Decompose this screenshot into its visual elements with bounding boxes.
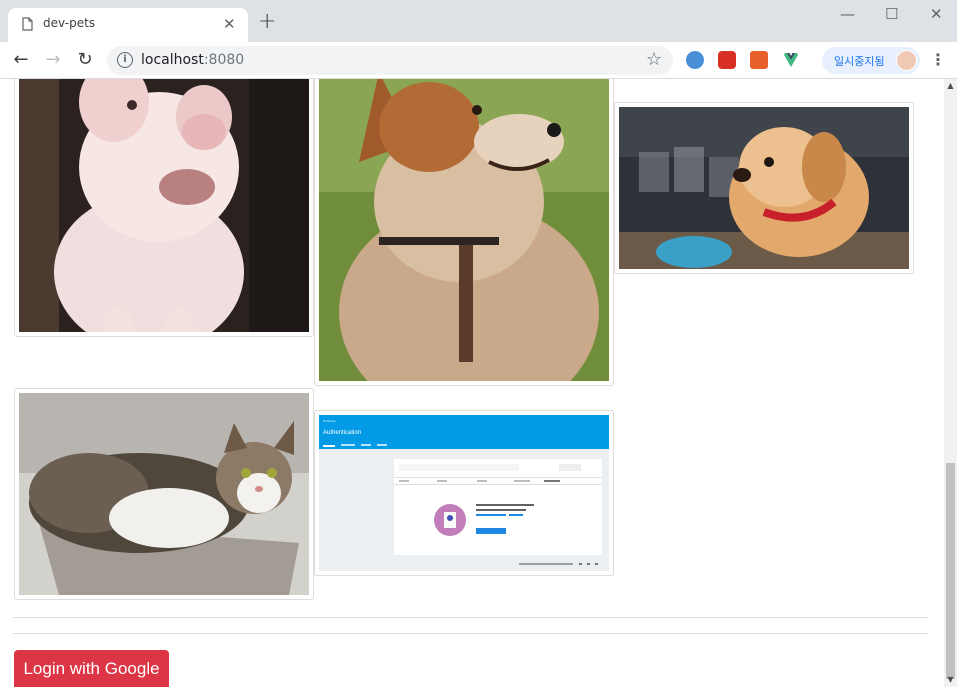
maximize-icon[interactable]: ☐ — [885, 6, 898, 22]
scroll-up-icon[interactable]: ▲ — [946, 81, 955, 90]
info-icon[interactable]: i — [117, 52, 133, 68]
tab-title: dev-pets — [43, 16, 96, 30]
browser-toolbar: ← → ↻ i localhost:8080 ☆ 일시중지됨 ⋮ — [0, 42, 957, 79]
forward-arrow-icon[interactable]: → — [43, 50, 63, 70]
thumb-header-title: Authentication — [323, 430, 361, 436]
divider — [13, 617, 928, 618]
url-port: :8080 — [203, 52, 245, 68]
document-icon — [22, 17, 33, 31]
dog-photo — [319, 79, 609, 381]
tab-strip: dev-pets ✕ + — ☐ ✕ — [0, 0, 957, 42]
login-with-google-button[interactable]: Login with Google — [14, 650, 169, 687]
page-viewport: Firebase Authentication Login with Googl… — [0, 79, 944, 687]
scroll-down-icon[interactable]: ▼ — [946, 675, 955, 684]
new-tab-icon[interactable]: + — [258, 10, 276, 34]
extension-1-icon[interactable] — [686, 51, 704, 69]
menu-dots-icon[interactable]: ⋮ — [930, 51, 946, 69]
tab-close-icon[interactable]: ✕ — [223, 16, 236, 32]
address-bar[interactable]: i localhost:8080 ☆ — [107, 46, 673, 75]
avatar — [896, 50, 917, 71]
tab-dev-pets[interactable]: dev-pets ✕ — [8, 8, 248, 42]
reload-icon[interactable]: ↻ — [75, 50, 95, 70]
scrollbar-thumb[interactable] — [946, 463, 955, 679]
close-window-icon[interactable]: ✕ — [930, 6, 943, 22]
app-screenshot-thumbnail: Firebase Authentication — [319, 415, 609, 571]
divider — [13, 633, 928, 634]
pet-card-dog[interactable] — [314, 79, 614, 386]
url-host: localhost — [141, 52, 204, 68]
pig-photo — [19, 79, 309, 332]
profile-button[interactable]: 일시중지됨 — [822, 47, 920, 74]
extension-2-icon[interactable] — [718, 51, 736, 69]
pet-card-pig[interactable] — [14, 79, 314, 337]
vue-devtools-icon[interactable] — [782, 51, 800, 69]
bookmark-star-icon[interactable]: ☆ — [646, 49, 662, 70]
url-text: localhost:8080 — [141, 52, 244, 68]
pet-card-cat[interactable] — [14, 388, 314, 600]
minimize-icon[interactable]: — — [840, 6, 855, 22]
scrollbar[interactable]: ▲ ▼ — [944, 79, 957, 687]
back-arrow-icon[interactable]: ← — [11, 50, 31, 70]
profile-label: 일시중지됨 — [834, 55, 885, 68]
cat-photo — [19, 393, 309, 595]
pet-card-screenshot[interactable]: Firebase Authentication — [314, 410, 614, 576]
extension-3-icon[interactable] — [750, 51, 768, 69]
svg-text:Firebase: Firebase — [323, 419, 336, 423]
puppy-photo — [619, 107, 909, 269]
pet-card-puppy[interactable] — [614, 102, 914, 274]
